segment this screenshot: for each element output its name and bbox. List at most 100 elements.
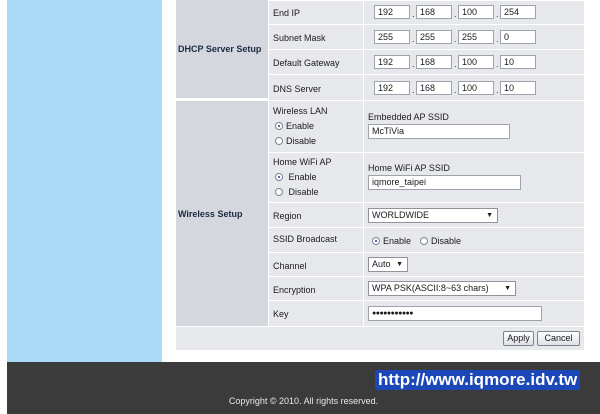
subnet-mask-label: Subnet Mask [273, 33, 326, 43]
cancel-button[interactable]: Cancel [537, 331, 580, 346]
end-ip-row: End IP 192 . 168 . 100 . 254 [269, 0, 584, 24]
radio-unselected-icon[interactable] [275, 188, 283, 196]
channel-row: Channel Auto ▼ [269, 252, 584, 276]
ssid-broadcast-disable-label: Disable [431, 236, 462, 246]
home-ssid-cell: Home WiFi AP SSID iqmore_taipei [363, 153, 584, 202]
wireless-lan-disable-label: Disable [286, 136, 317, 146]
region-label: Region [273, 211, 302, 221]
default-gateway-label: Default Gateway [273, 58, 340, 68]
dhcp-section-text: DHCP Server Setup [178, 44, 262, 54]
dot-separator: . [412, 85, 415, 95]
radio-selected-icon[interactable] [372, 237, 380, 245]
subnet-octet-3[interactable]: 255 [458, 30, 494, 44]
end-ip-value: 192 . 168 . 100 . 254 [363, 1, 584, 24]
footer: http://www.iqmore.idv.tw Copyright © 201… [7, 362, 600, 414]
dot-separator: . [496, 85, 499, 95]
end-ip-octet-4[interactable]: 254 [500, 5, 536, 19]
dot-separator: . [454, 85, 457, 95]
gateway-octet-1[interactable]: 192 [374, 55, 410, 69]
wireless-section-label: Wireless Setup [176, 100, 269, 326]
wireless-lan-enable-option[interactable]: Enable [275, 121, 314, 131]
dns-octet-1[interactable]: 192 [374, 81, 410, 95]
ssid-broadcast-row: SSID Broadcast Enable Disable [269, 227, 584, 252]
dot-separator: . [412, 59, 415, 69]
subnet-mask-row: Subnet Mask 255 . 255 . 255 . 0 [269, 24, 584, 49]
end-ip-label: End IP [273, 8, 301, 18]
channel-label: Channel [273, 261, 307, 271]
dot-separator: . [412, 9, 415, 19]
sidebar [7, 0, 162, 362]
wireless-lan-label: Wireless LAN [273, 106, 328, 116]
wireless-lan-row: Wireless LAN Enable Disable Embedded AP … [269, 100, 584, 152]
channel-cell: Auto ▼ [363, 253, 584, 276]
ssid-broadcast-label: SSID Broadcast [273, 234, 338, 244]
action-row: Apply Cancel [176, 326, 584, 350]
region-row: Region WORLDWIDE ▼ [269, 202, 584, 227]
wireless-lan-enable-label: Enable [286, 121, 315, 131]
dot-separator: . [454, 9, 457, 19]
dns-server-label: DNS Server [273, 84, 322, 94]
key-cell: ●●●●●●●●●●● [363, 301, 584, 326]
encryption-selected-value: WPA PSK(ASCII:8~63 chars) [372, 283, 489, 293]
ssid-broadcast-enable-option[interactable]: Enable [372, 236, 411, 246]
channel-selected-value: Auto [372, 259, 391, 269]
apply-button[interactable]: Apply [503, 331, 534, 346]
radio-selected-icon[interactable] [275, 122, 283, 130]
end-ip-octet-3[interactable]: 100 [458, 5, 494, 19]
wireless-lan-disable-option[interactable]: Disable [275, 136, 316, 146]
dhcp-section-label: DHCP Server Setup [176, 0, 269, 98]
home-wifi-disable-label: Disable [288, 187, 319, 197]
default-gateway-value: 192 . 168 . 100 . 10 [363, 50, 584, 74]
wireless-section-text: Wireless Setup [178, 208, 243, 219]
dot-separator: . [454, 34, 457, 44]
key-password-input[interactable]: ●●●●●●●●●●● [368, 306, 542, 321]
home-ssid-input[interactable]: iqmore_taipei [368, 175, 521, 190]
settings-table: DHCP Server Setup End IP 192 . 168 . 100… [176, 0, 584, 350]
dot-separator: . [496, 9, 499, 19]
encryption-cell: WPA PSK(ASCII:8~63 chars) ▼ [363, 277, 584, 300]
dot-separator: . [496, 34, 499, 44]
chevron-down-icon: ▼ [396, 261, 403, 268]
default-gateway-row: Default Gateway 192 . 168 . 100 . 10 [269, 49, 584, 74]
region-select[interactable]: WORLDWIDE ▼ [368, 208, 498, 223]
key-row: Key ●●●●●●●●●●● [269, 300, 584, 326]
home-wifi-enable-option[interactable]: Enable [275, 172, 317, 182]
dns-server-row: DNS Server 192 . 168 . 100 . 10 [269, 74, 584, 100]
subnet-octet-1[interactable]: 255 [374, 30, 410, 44]
end-ip-octet-1[interactable]: 192 [374, 5, 410, 19]
embedded-ssid-input[interactable]: McTiVia [368, 124, 510, 139]
encryption-select[interactable]: WPA PSK(ASCII:8~63 chars) ▼ [368, 281, 516, 296]
end-ip-octet-2[interactable]: 168 [416, 5, 452, 19]
dns-octet-3[interactable]: 100 [458, 81, 494, 95]
gateway-octet-2[interactable]: 168 [416, 55, 452, 69]
embedded-ssid-label: Embedded AP SSID [368, 112, 449, 122]
subnet-mask-value: 255 . 255 . 255 . 0 [363, 25, 584, 49]
radio-unselected-icon[interactable] [420, 237, 428, 245]
dns-octet-2[interactable]: 168 [416, 81, 452, 95]
radio-selected-icon[interactable] [275, 173, 283, 181]
copyright-text: Copyright © 2010. All rights reserved. [228, 396, 379, 406]
radio-unselected-icon[interactable] [275, 137, 283, 145]
channel-select[interactable]: Auto ▼ [368, 257, 408, 272]
gateway-octet-3[interactable]: 100 [458, 55, 494, 69]
subnet-octet-4[interactable]: 0 [500, 30, 536, 44]
footer-url-banner: http://www.iqmore.idv.tw [375, 370, 581, 390]
home-ssid-label: Home WiFi AP SSID [368, 163, 450, 173]
embedded-ssid-cell: Embedded AP SSID McTiVia [363, 101, 584, 152]
encryption-row: Encryption WPA PSK(ASCII:8~63 chars) ▼ [269, 276, 584, 300]
subnet-octet-2[interactable]: 255 [416, 30, 452, 44]
ssid-broadcast-enable-label: Enable [383, 236, 412, 246]
region-cell: WORLDWIDE ▼ [363, 203, 584, 227]
encryption-label: Encryption [273, 285, 316, 295]
home-wifi-row: Home WiFi AP Enable Disable Home WiFi AP… [269, 152, 584, 202]
home-wifi-disable-option[interactable]: Disable [275, 187, 319, 197]
gateway-octet-4[interactable]: 10 [500, 55, 536, 69]
dns-octet-4[interactable]: 10 [500, 81, 536, 95]
chevron-down-icon: ▼ [486, 212, 493, 219]
home-wifi-enable-label: Enable [288, 172, 317, 182]
ssid-broadcast-disable-option[interactable]: Disable [420, 236, 461, 246]
home-wifi-label: Home WiFi AP [273, 157, 332, 167]
ssid-broadcast-cell: Enable Disable [363, 228, 584, 252]
dot-separator: . [412, 34, 415, 44]
key-label: Key [273, 309, 289, 319]
